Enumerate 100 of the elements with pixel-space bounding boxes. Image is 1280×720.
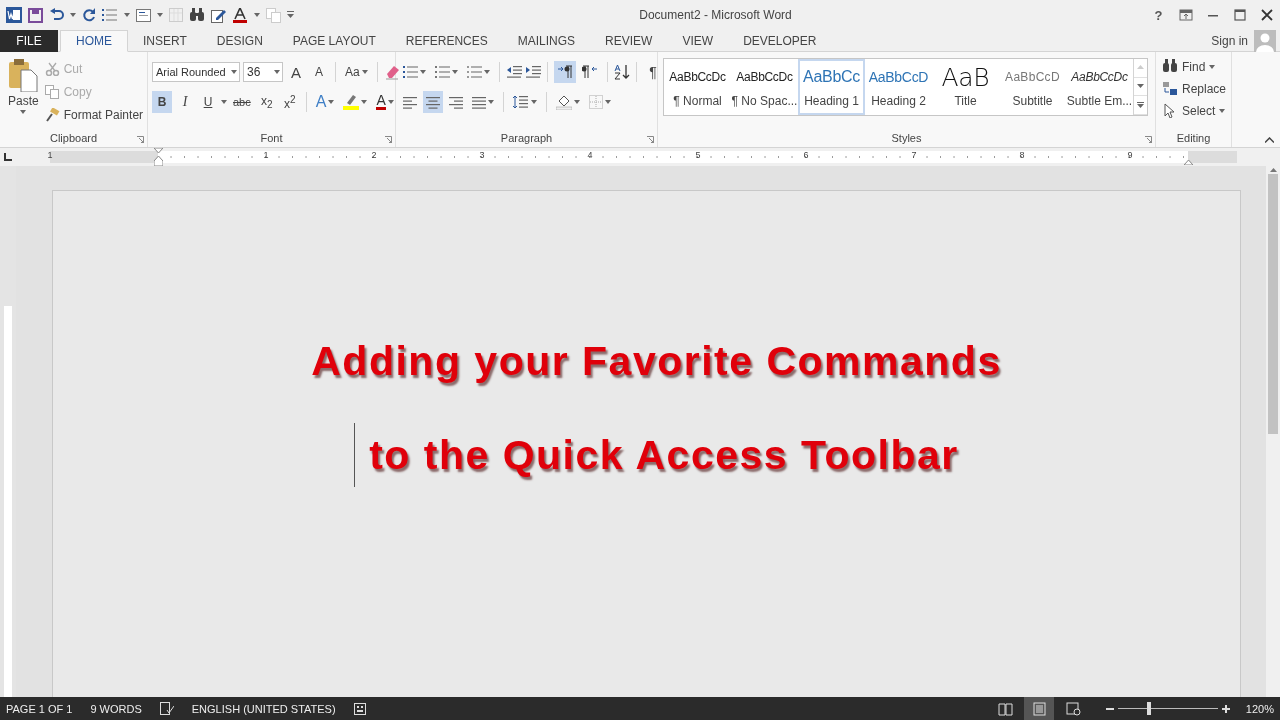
save-icon[interactable] [28,7,43,23]
copy-icon [44,84,60,99]
help-button[interactable]: ? [1145,0,1172,30]
indent-marker-icon[interactable] [154,148,163,166]
heading-text: Adding your Favorite Commands [311,337,1002,386]
multilevel-list-icon[interactable] [467,65,482,79]
underline-button[interactable]: U [198,91,218,113]
bullet-list-icon[interactable] [102,8,118,22]
scroll-up-icon[interactable] [1269,168,1277,172]
word-logo-icon[interactable] [6,7,22,23]
ribbon-tab[interactable]: MAILINGS [502,30,591,52]
ribbon-tab[interactable]: INSERT [128,30,202,52]
ruler-number: 8 [1019,150,1025,160]
align-center-icon[interactable] [426,95,440,109]
align-right-icon[interactable] [449,95,463,109]
find-button[interactable]: Find [1160,57,1229,76]
style-gallery-item[interactable]: AaB Title [932,59,999,115]
text-box-icon[interactable] [136,8,151,22]
style-gallery-item[interactable]: AaBbCcD Subtitle [999,59,1066,115]
zoom-level[interactable]: 120% [1234,702,1274,715]
show-marks-button[interactable]: ¶ [643,61,663,83]
ribbon-tab[interactable]: PAGE LAYOUT [277,30,391,52]
style-gallery-item[interactable]: AaBbCcDc ¶ No Spac... [731,59,798,115]
left-to-right-icon[interactable] [557,65,573,79]
word-count[interactable]: 9 WORDS [90,702,142,715]
binoculars-icon[interactable] [189,8,205,22]
style-gallery-item[interactable]: AaBbCcDc ¶ Normal [664,59,731,115]
page-count[interactable]: PAGE 1 OF 1 [6,702,73,715]
bold-button[interactable]: B [152,91,172,113]
ruler-number: 3 [479,150,485,160]
customize-icon[interactable] [287,11,294,19]
font-name-field[interactable]: Arial Rounded [152,62,240,82]
caret-icon [274,70,280,74]
read-mode-icon[interactable] [997,701,1013,716]
style-gallery-item[interactable]: AaBbCc Heading 1 [798,59,865,115]
align-left-icon[interactable] [403,95,417,109]
font-color-button[interactable]: A [373,91,397,113]
font-color-icon[interactable] [232,7,248,23]
sub-button[interactable]: x$_{2}$ [256,91,277,113]
change-case-button[interactable]: Aa [342,61,371,83]
ribbon-tab[interactable]: REFERENCES [390,30,503,52]
undo-icon[interactable] [49,8,64,22]
select-button[interactable]: Select [1160,101,1229,120]
edit-document-icon[interactable] [211,7,226,23]
strike-button[interactable]: abc [230,91,254,113]
ribbon-tab[interactable]: FILE [0,30,58,52]
ribbon-tab[interactable]: DEVELOPER [728,30,832,52]
web-layout-icon[interactable] [1065,701,1081,716]
slider-thumb[interactable] [1147,702,1151,715]
ribbon-tab[interactable]: DESIGN [201,30,278,52]
decrease-indent-icon[interactable] [506,65,522,79]
paste-button[interactable]: Paste [4,56,43,129]
bullet-list-icon[interactable] [403,65,418,79]
heading-text: to the Quick Access Toolbar [369,431,959,480]
painter-button[interactable]: Format Painter [42,105,146,124]
print-layout-icon[interactable] [1031,701,1047,716]
macro-icon[interactable] [353,702,366,715]
text-cursor [354,423,356,487]
scroll-down-icon[interactable] [1137,83,1144,90]
close-icon[interactable] [1259,8,1274,22]
redo-icon[interactable] [82,8,96,22]
tab-selector-icon[interactable] [4,153,12,161]
right-to-left-icon[interactable] [582,65,598,79]
font-size-field[interactable]: 36 [243,62,283,82]
grow-font-button[interactable]: A [286,61,306,83]
replace-button[interactable]: Replace [1160,79,1229,98]
dialog-launcher-icon[interactable] [385,136,392,143]
sign-in-link[interactable]: Sign in [1211,33,1248,48]
ribbon-tab[interactable]: REVIEW [590,30,668,52]
style-gallery-item[interactable]: AaBbCcD Heading 2 [865,59,932,115]
eraser-icon[interactable] [383,64,400,80]
text-effects-button[interactable]: A [312,91,338,113]
scrollbar-thumb[interactable] [1268,174,1278,434]
increase-indent-icon[interactable] [525,65,541,79]
caret-icon [70,13,76,17]
ruler-number: 2 [371,150,377,160]
italic-button[interactable]: I [175,91,195,113]
dialog-launcher-icon[interactable] [1145,136,1152,143]
align-justify-icon[interactable] [472,95,486,109]
dialog-launcher-icon[interactable] [647,136,654,143]
ruler-number: 5 [695,150,701,160]
dialog-launcher-icon[interactable] [137,136,144,143]
proofing-icon[interactable] [159,702,174,715]
ribbon-tab[interactable]: HOME [60,30,128,52]
line-spacing-icon[interactable] [513,95,529,109]
caret-icon [20,110,27,114]
sup-button[interactable]: x$^{2}$ [279,91,300,113]
more-styles-icon[interactable] [1137,102,1144,109]
zoom-in-icon[interactable] [1222,704,1230,713]
ribbon-tab[interactable]: VIEW [667,30,729,52]
language-indicator[interactable]: ENGLISH (UNITED STATES) [191,702,336,715]
ribbon-display-icon[interactable] [1178,8,1193,22]
paint-bucket-icon[interactable] [556,94,572,110]
style-gallery-item[interactable]: AaBbCcDc Subtle Em... [1066,59,1133,115]
collapse-ribbon-icon[interactable] [1265,137,1274,143]
caret-icon [387,100,394,104]
numbered-list-icon[interactable] [435,65,450,79]
maximize-icon[interactable] [1232,8,1247,22]
sort-icon[interactable] [614,64,630,80]
shrink-font-button[interactable]: A [309,61,329,83]
